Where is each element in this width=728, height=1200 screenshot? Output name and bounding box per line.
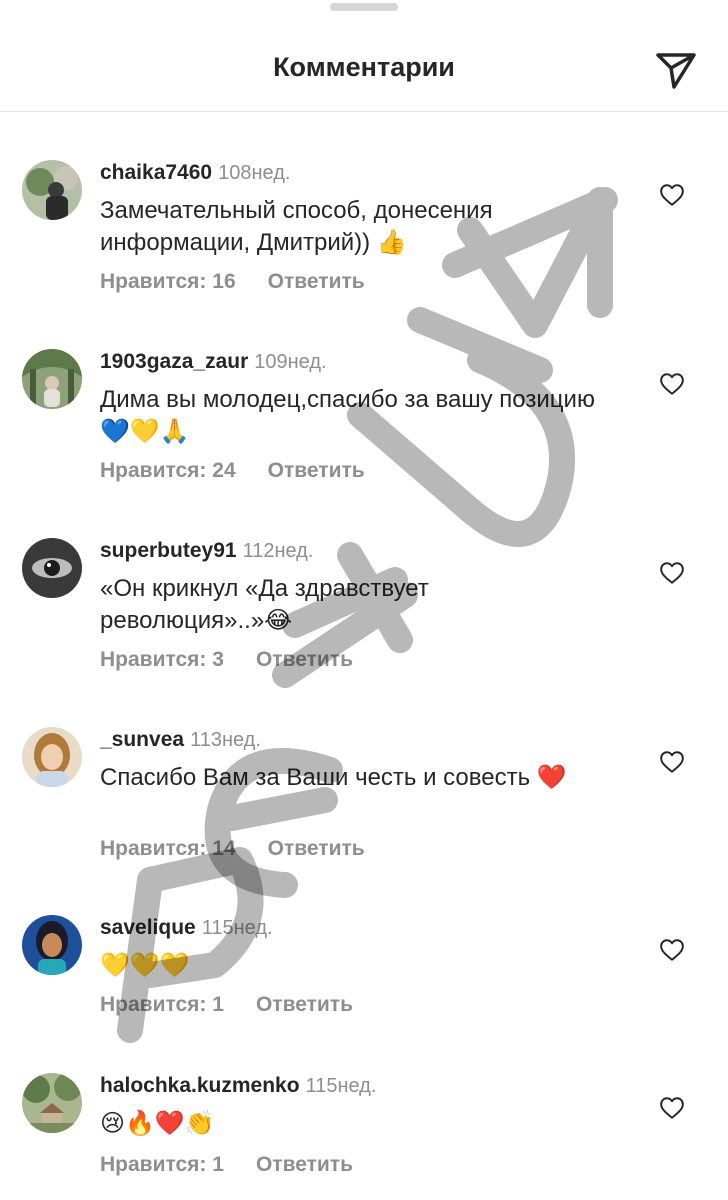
heart-outline-icon[interactable] (659, 371, 685, 397)
heart-outline-icon[interactable] (659, 749, 685, 775)
comment-actions: Нравится: 3 Ответить (100, 648, 353, 672)
avatar[interactable] (22, 1073, 82, 1133)
avatar[interactable] (22, 538, 82, 598)
reply-button[interactable]: Ответить (256, 993, 353, 1016)
reply-button[interactable]: Ответить (268, 837, 365, 860)
likes-count[interactable]: Нравится: 1 (100, 993, 224, 1016)
comment-text: Замечательный способ, донесения информац… (100, 197, 493, 256)
avatar[interactable] (22, 349, 82, 409)
avatar[interactable] (22, 727, 82, 787)
comment-actions: Нравится: 1 Ответить (100, 993, 353, 1017)
likes-count[interactable]: Нравится: 3 (100, 648, 224, 671)
comment-text: Спасибо Вам за Ваши честь и совесть ❤️ (100, 764, 567, 791)
username[interactable]: halochka.kuzmenko (100, 1074, 300, 1097)
reply-button[interactable]: Ответить (256, 648, 353, 671)
heart-outline-icon[interactable] (659, 937, 685, 963)
comment-meta: superbutey91 112нед. (100, 538, 313, 564)
username[interactable]: 1903gaza_zaur (100, 350, 248, 373)
avatar[interactable] (22, 915, 82, 975)
page-title: Комментарии (273, 52, 455, 82)
comment-actions: Нравится: 1 Ответить (100, 1153, 353, 1177)
comment-text: 😢🔥❤️👏 (100, 1110, 215, 1137)
timestamp: 115нед. (305, 1075, 377, 1097)
timestamp: 108нед. (218, 162, 291, 184)
comment-item: superbutey91 112нед. «Он крикнул «Да здра… (0, 538, 728, 698)
likes-count[interactable]: Нравится: 16 (100, 270, 236, 293)
comment-meta: _sunvea 113нед. (100, 727, 261, 753)
comment-actions: Нравится: 24 Ответить (100, 459, 365, 483)
comment-actions: Нравится: 14 Ответить (100, 837, 365, 861)
timestamp: 109нед. (254, 351, 327, 373)
comment-actions: Нравится: 16 Ответить (100, 270, 365, 294)
avatar[interactable] (22, 160, 82, 220)
reply-button[interactable]: Ответить (268, 270, 365, 293)
comment-meta: savelique 115нед. (100, 915, 273, 941)
send-icon[interactable] (654, 49, 698, 93)
likes-count[interactable]: Нравится: 1 (100, 1153, 224, 1176)
likes-count[interactable]: Нравится: 14 (100, 837, 236, 860)
header: Комментарии (0, 0, 728, 112)
comment-meta: 1903gaza_zaur 109нед. (100, 349, 327, 375)
comment-meta: chaika7460 108нед. (100, 160, 290, 186)
comment-item: 1903gaza_zaur 109нед. Дима вы молодец,спа… (0, 349, 728, 509)
comment-item: _sunvea 113нед. Спасибо Вам за Ваши честь… (0, 727, 728, 887)
comment-item: halochka.kuzmenko 115нед. 😢🔥❤️👏 Нравится:… (0, 1073, 728, 1200)
reply-button[interactable]: Ответить (256, 1153, 353, 1176)
comment-text: «Он крикнул «Да здравствует революция»..… (100, 575, 429, 634)
comment-text: Дима вы молодец,спасибо за вашу позицию … (100, 386, 595, 445)
username[interactable]: savelique (100, 916, 196, 939)
heart-outline-icon[interactable] (659, 560, 685, 586)
comment-meta: halochka.kuzmenko 115нед. (100, 1073, 376, 1099)
username[interactable]: superbutey91 (100, 539, 237, 562)
heart-outline-icon[interactable] (659, 182, 685, 208)
heart-outline-icon[interactable] (659, 1095, 685, 1121)
timestamp: 115нед. (201, 917, 273, 939)
comment-text: 💛💛💛 (100, 952, 190, 979)
username[interactable]: _sunvea (100, 728, 184, 751)
comment-item: chaika7460 108нед. Замечательный способ, … (0, 160, 728, 320)
timestamp: 113нед. (190, 729, 261, 751)
username[interactable]: chaika7460 (100, 161, 212, 184)
timestamp: 112нед. (242, 540, 314, 562)
reply-button[interactable]: Ответить (268, 459, 365, 482)
likes-count[interactable]: Нравится: 24 (100, 459, 236, 482)
comment-item: savelique 115нед. 💛💛💛 Нравится: 1 Ответить (0, 915, 728, 1045)
